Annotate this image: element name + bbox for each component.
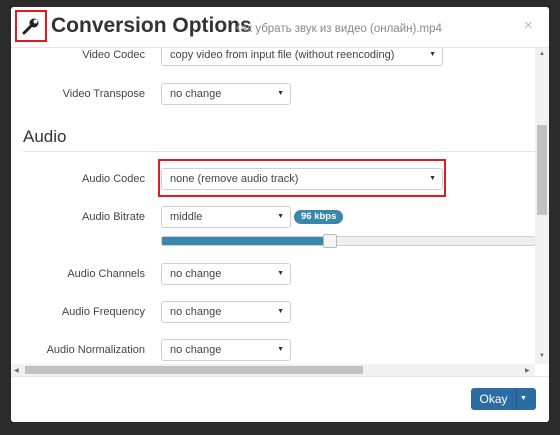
horizontal-scroll-thumb[interactable]: [25, 366, 363, 374]
horizontal-scrollbar[interactable]: ◀ ▶: [11, 364, 535, 376]
okay-button[interactable]: Okay ▼: [471, 388, 536, 410]
close-icon[interactable]: ×: [524, 17, 533, 34]
caret-down-icon: ▼: [429, 175, 436, 182]
video-transpose-label: Video Transpose: [62, 88, 145, 100]
vertical-scroll-thumb[interactable]: [537, 125, 547, 215]
audio-normalization-label: Audio Normalization: [46, 344, 145, 356]
audio-bitrate-label: Audio Bitrate: [82, 211, 145, 223]
dialog-title: Conversion Options: [51, 14, 252, 37]
scroll-up-icon[interactable]: ▲: [539, 51, 545, 57]
bitrate-slider-handle[interactable]: [323, 234, 337, 248]
audio-frequency-select[interactable]: no change ▼: [161, 301, 291, 323]
scroll-down-icon[interactable]: ▼: [539, 353, 545, 359]
okay-button-label: Okay: [479, 392, 508, 406]
dialog-footer: Okay ▼: [11, 376, 549, 422]
vertical-scrollbar[interactable]: ▲ ▼: [535, 48, 549, 364]
video-codec-value: copy video from input file (without reen…: [170, 49, 395, 61]
video-codec-select[interactable]: copy video from input file (without reen…: [161, 48, 443, 66]
okay-button-divider: [516, 388, 517, 410]
caret-down-icon: ▼: [277, 346, 284, 353]
bitrate-slider-fill: [162, 237, 331, 245]
audio-channels-value: no change: [170, 268, 222, 280]
audio-section-divider: [23, 151, 535, 152]
wrench-highlight: [15, 10, 47, 42]
video-codec-label: Video Codec: [82, 49, 145, 61]
conversion-options-dialog: Conversion Options Как убрать звук из ви…: [11, 7, 549, 422]
options-scroll-area: Video Codec copy video from input file (…: [11, 48, 535, 364]
bitrate-slider[interactable]: [161, 236, 535, 246]
audio-bitrate-value: middle: [170, 211, 203, 223]
video-transpose-value: no change: [170, 88, 222, 100]
scroll-left-icon[interactable]: ◀: [14, 367, 19, 374]
caret-down-icon: ▼: [429, 51, 436, 58]
audio-channels-label: Audio Channels: [67, 268, 145, 280]
caret-down-icon: ▼: [277, 90, 284, 97]
caret-down-icon: ▼: [277, 213, 284, 220]
audio-frequency-value: no change: [170, 306, 222, 318]
bitrate-badge: 96 kbps: [294, 210, 344, 224]
caret-down-icon: ▼: [277, 308, 284, 315]
scroll-right-icon[interactable]: ▶: [525, 367, 530, 374]
wrench-icon: [22, 18, 39, 35]
audio-codec-label: Audio Codec: [82, 173, 145, 185]
audio-section-title: Audio: [23, 127, 67, 146]
audio-channels-select[interactable]: no change ▼: [161, 263, 291, 285]
audio-bitrate-select[interactable]: middle ▼: [161, 206, 291, 228]
audio-frequency-label: Audio Frequency: [61, 306, 145, 318]
audio-codec-select[interactable]: none (remove audio track) ▼: [161, 168, 443, 190]
caret-down-icon[interactable]: ▼: [520, 388, 527, 410]
audio-codec-value: none (remove audio track): [170, 173, 299, 185]
file-name: Как убрать звук из видео (онлайн).mp4: [234, 23, 442, 35]
dialog-header: Conversion Options Как убрать звук из ви…: [11, 7, 549, 48]
audio-normalization-select[interactable]: no change ▼: [161, 339, 291, 361]
audio-normalization-value: no change: [170, 344, 222, 356]
caret-down-icon: ▼: [277, 270, 284, 277]
video-transpose-select[interactable]: no change ▼: [161, 83, 291, 105]
